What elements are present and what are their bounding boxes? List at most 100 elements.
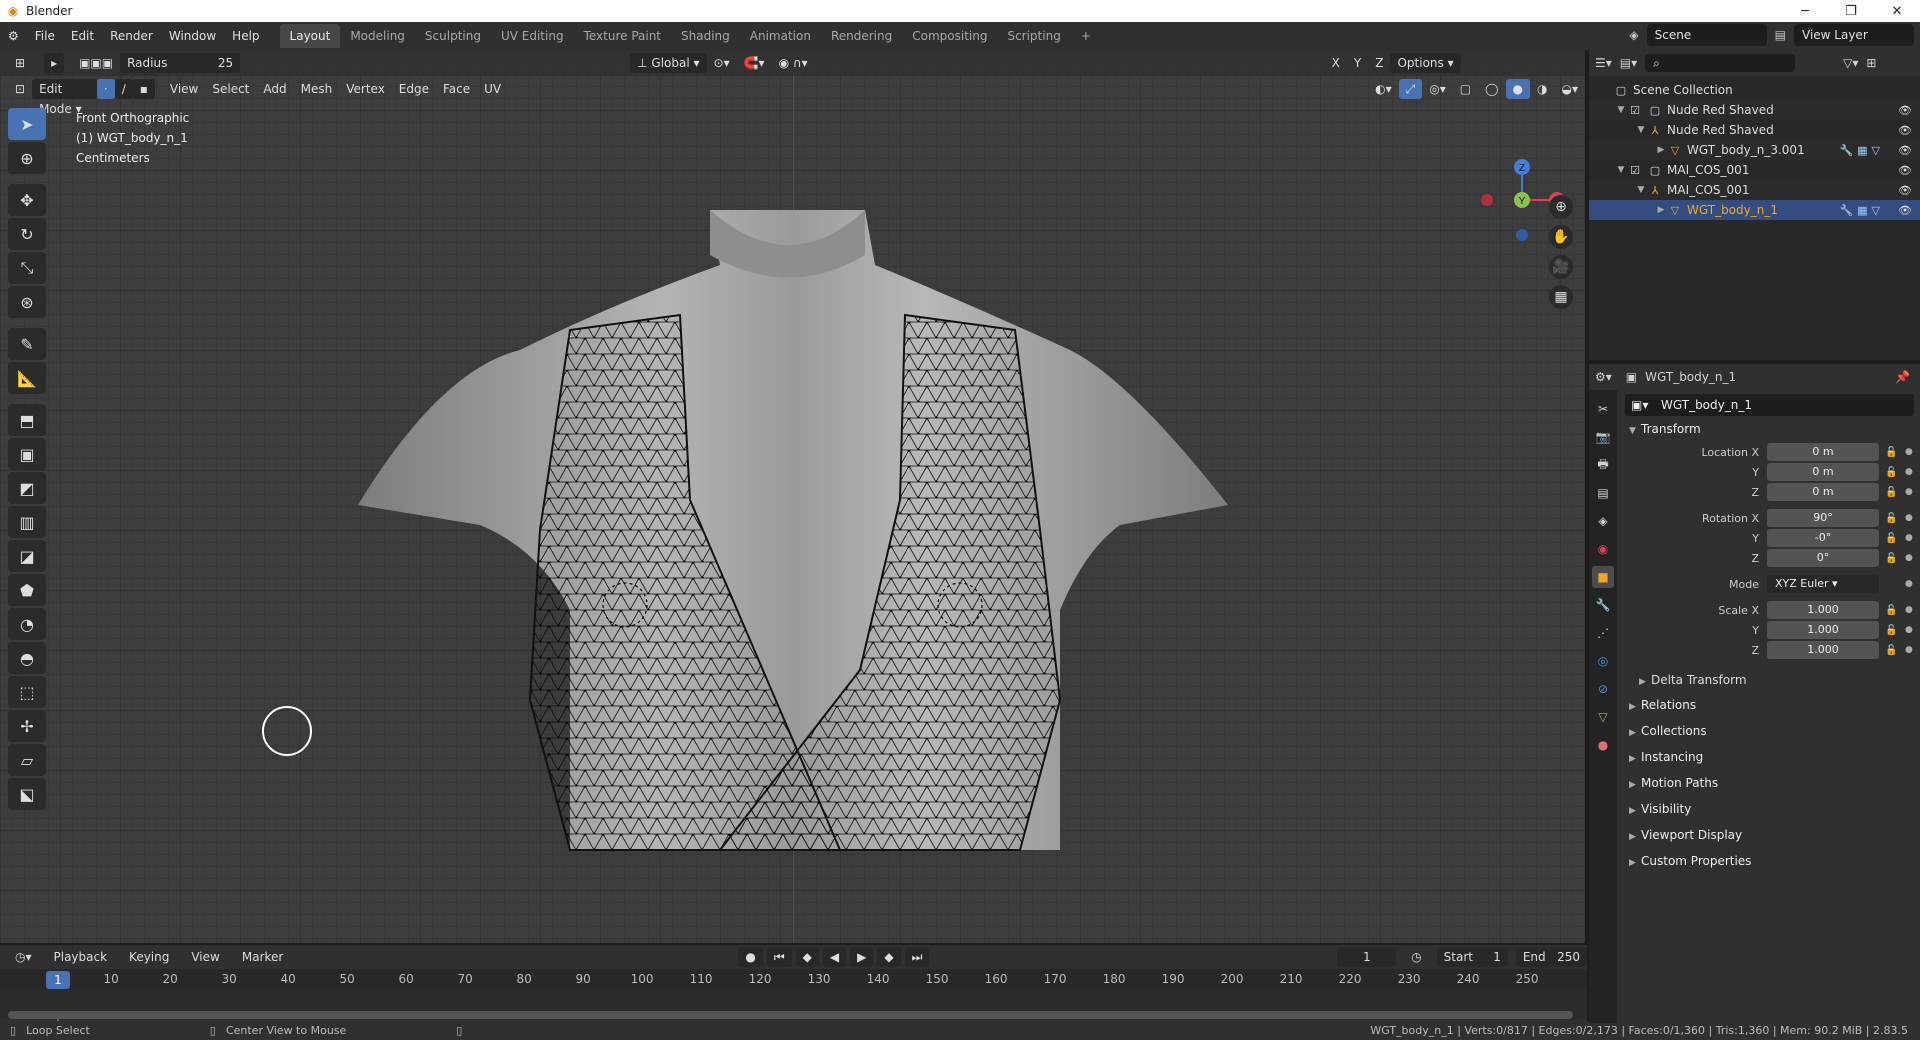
eye-icon[interactable]: 👁 [1898, 204, 1912, 217]
relations-panel[interactable]: ▶ Relations [1619, 692, 1920, 718]
menu-render[interactable]: Render [102, 22, 161, 50]
stopwatch-icon[interactable]: ◷ [1404, 947, 1428, 967]
expand-arrow-icon[interactable]: ▼ [1635, 125, 1647, 135]
inset-tool-icon[interactable]: ▣ [8, 438, 46, 470]
mesh-model[interactable] [0, 50, 1587, 943]
tab-layout[interactable]: Layout [279, 24, 341, 48]
display-mode-icon[interactable]: ▤▾ [1620, 56, 1637, 70]
perspective-grid-icon[interactable]: ▦ [1549, 285, 1573, 309]
mirror-z-axis[interactable]: Z [1368, 53, 1390, 73]
poly-build-tool-icon[interactable]: ⬟ [8, 574, 46, 606]
tab-scripting[interactable]: Scripting [997, 24, 1070, 48]
scene-field[interactable]: Scene [1646, 24, 1767, 46]
modifier-tab-icon[interactable]: 🔧 [1592, 594, 1614, 616]
rotation-mode-dropdown[interactable]: XYZ Euler ▾ [1767, 575, 1879, 593]
transform-panel-header[interactable]: ▼ Transform [1619, 416, 1920, 442]
render-tab-icon[interactable]: 📷 [1592, 426, 1614, 448]
playhead-label[interactable]: 1 [46, 971, 70, 989]
outliner-editor-icon[interactable]: ☰▾ [1595, 56, 1612, 70]
outliner-scene-collection[interactable]: ▢ Scene Collection [1589, 80, 1920, 100]
radius-field[interactable]: Radius 25 [120, 53, 241, 73]
vertex-select-mode-icon[interactable]: ⋅ [96, 79, 115, 99]
particles-tab-icon[interactable]: ⋰ [1592, 622, 1614, 644]
solid-shading-icon[interactable]: ● [1505, 79, 1531, 99]
menu-window[interactable]: Window [161, 22, 224, 50]
play-reverse-icon[interactable]: ◀ [822, 947, 847, 967]
menu-file[interactable]: File [27, 22, 63, 50]
spin-tool-icon[interactable]: ◔ [8, 608, 46, 640]
menu-edge[interactable]: Edge [392, 79, 436, 99]
select-tool-icon[interactable]: ▸ [44, 53, 65, 73]
overlays-icon[interactable]: ◎▾ [1422, 79, 1453, 99]
object-name-field[interactable]: ▣▾ WGT_body_n_1 [1625, 394, 1914, 416]
lock-icon[interactable]: 🔓 [1885, 513, 1897, 524]
keyframe-dot-icon[interactable]: ● [1905, 533, 1913, 543]
eye-icon[interactable]: 👁 [1898, 164, 1912, 177]
record-icon[interactable]: ● [738, 947, 763, 967]
outliner-row[interactable]: ▼ ☑ ▢ Nude Red Shaved 👁 [1589, 100, 1920, 120]
timeline-ruler[interactable]: 10 20 30 40 50 60 70 80 90 100 110 120 130 140 150 160 1… [0, 969, 1587, 1023]
outliner-row[interactable]: ▼ ⅄ MAI_COS_001 👁 [1589, 180, 1920, 200]
add-workspace-button[interactable]: + [1071, 24, 1101, 48]
transform-tool-icon[interactable]: ⊛ [8, 286, 46, 318]
expand-arrow-icon[interactable]: ▼ [1615, 165, 1627, 175]
editor-type-icon[interactable]: ⊞ [8, 53, 32, 73]
lock-icon[interactable]: 🔓 [1885, 533, 1897, 544]
options-dropdown[interactable]: Options ▾ [1390, 53, 1461, 73]
menu-edit[interactable]: Edit [63, 22, 102, 50]
keyframe-dot-icon[interactable]: ● [1905, 513, 1913, 523]
keyframe-dot-icon[interactable]: ● [1905, 467, 1913, 477]
tab-sculpting[interactable]: Sculpting [415, 24, 491, 48]
proportional-editing-icon[interactable]: ◉ ∩▾ [772, 53, 815, 73]
new-collection-icon[interactable]: ⊞ [1866, 56, 1876, 70]
collections-panel[interactable]: ▶ Collections [1619, 718, 1920, 744]
mirror-x-axis[interactable]: X [1325, 53, 1347, 73]
shrink-fatten-tool-icon[interactable]: ✢ [8, 710, 46, 742]
keyframe-dot-icon[interactable]: ● [1905, 579, 1913, 589]
tab-compositing[interactable]: Compositing [902, 24, 997, 48]
lock-icon[interactable]: 🔓 [1885, 487, 1897, 498]
checkbox-icon[interactable]: ☑ [1627, 164, 1643, 177]
transform-orientation-dropdown[interactable]: ⊥ Global ▾ [630, 53, 707, 73]
tab-uv-editing[interactable]: UV Editing [491, 24, 574, 48]
view-layer-tab-icon[interactable]: ▤ [1592, 482, 1614, 504]
bevel-tool-icon[interactable]: ◩ [8, 472, 46, 504]
menu-face[interactable]: Face [436, 79, 477, 99]
lock-icon[interactable]: 🔓 [1885, 645, 1897, 656]
select-box-tool-icon[interactable]: ➤ [8, 108, 46, 140]
menu-select[interactable]: Select [205, 79, 256, 99]
knife-tool-icon[interactable]: ◪ [8, 540, 46, 572]
minimize-button[interactable]: ─ [1782, 0, 1828, 22]
gizmo-icon[interactable]: ⤢ [1398, 79, 1423, 99]
scale-y-field[interactable]: 1.000 [1767, 621, 1879, 639]
mode-icon[interactable]: ⊡ [8, 79, 32, 99]
keyframe-dot-icon[interactable]: ● [1905, 625, 1913, 635]
shear-tool-icon[interactable]: ▱ [8, 744, 46, 776]
world-tab-icon[interactable]: ◉ [1592, 538, 1614, 560]
tab-shading[interactable]: Shading [671, 24, 740, 48]
marker-menu[interactable]: Marker [235, 947, 290, 967]
scale-tool-icon[interactable]: ⤡ [8, 252, 46, 284]
current-frame-field[interactable]: 1 [1337, 947, 1397, 967]
custom-properties-panel[interactable]: ▶ Custom Properties [1619, 848, 1920, 874]
3d-viewport[interactable]: ⊞ ▸ ▣▣▣ Radius 25 ⊥ Global ▾ ⊙▾ 🧲▾ ◉ ∩▾ … [0, 50, 1587, 943]
prev-keyframe-icon[interactable]: ◆ [795, 947, 819, 967]
edge-slide-tool-icon[interactable]: ⬚ [8, 676, 46, 708]
lock-icon[interactable]: 🔓 [1885, 553, 1897, 564]
tab-animation[interactable]: Animation [740, 24, 821, 48]
outliner-row[interactable]: ▼ ☑ ▢ MAI_COS_001 👁 [1589, 160, 1920, 180]
output-tab-icon[interactable]: 🖶 [1592, 454, 1614, 476]
lock-icon[interactable]: 🔓 [1885, 447, 1897, 458]
pan-hand-icon[interactable]: ✋ [1549, 225, 1573, 249]
rendered-shading-icon[interactable]: ◒▾ [1555, 79, 1586, 99]
menu-uv[interactable]: UV [477, 79, 508, 99]
physics-tab-icon[interactable]: ◎ [1592, 650, 1614, 672]
cursor-tool-icon[interactable]: ⊕ [8, 142, 46, 174]
material-shading-icon[interactable]: ◑ [1530, 79, 1554, 99]
annotate-tool-icon[interactable]: ✎ [8, 328, 46, 360]
play-icon[interactable]: ▶ [850, 947, 874, 967]
viewport-display-panel[interactable]: ▶ Viewport Display [1619, 822, 1920, 848]
outliner-row[interactable]: ▼ ⅄ Nude Red Shaved 👁 [1589, 120, 1920, 140]
lock-icon[interactable]: 🔓 [1885, 605, 1897, 616]
snap-icon[interactable]: 🧲▾ [737, 53, 772, 73]
